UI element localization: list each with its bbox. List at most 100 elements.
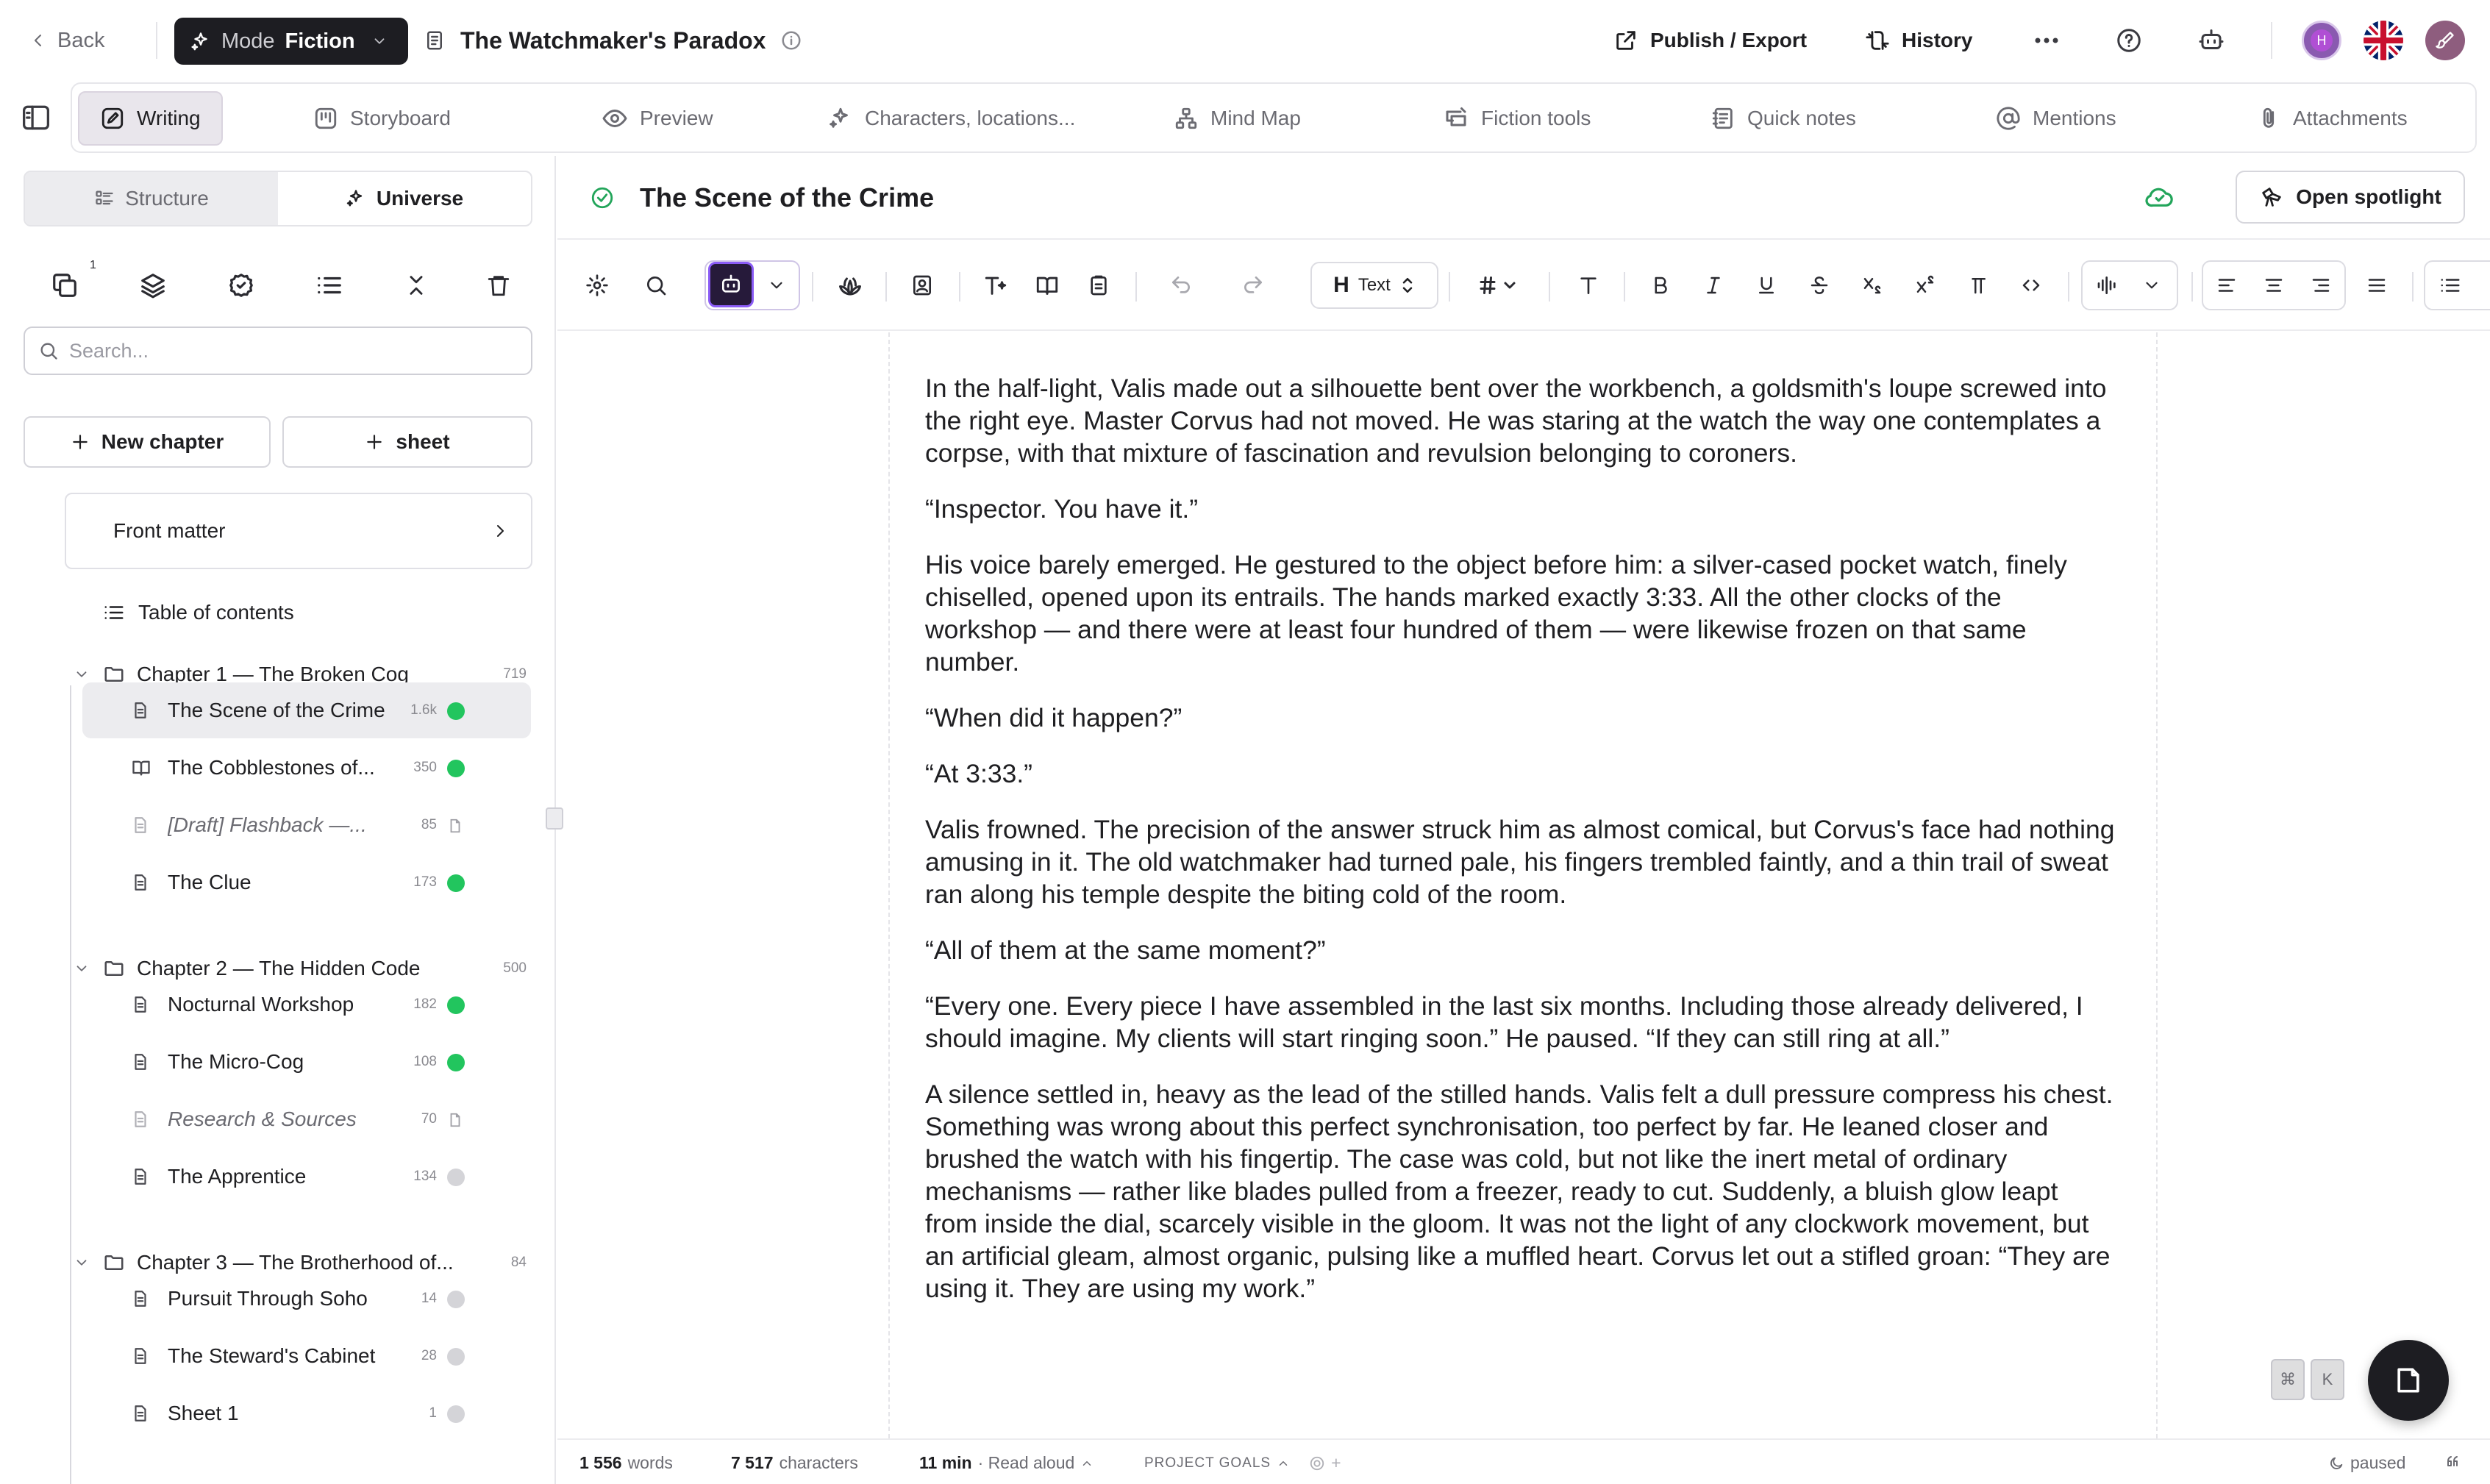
timer-status[interactable]: paused <box>2328 1453 2405 1473</box>
theme-button[interactable] <box>2425 21 2465 60</box>
document-item[interactable]: The Apprentice 134 <box>82 1149 531 1205</box>
zen-button[interactable] <box>828 263 872 307</box>
user-avatar[interactable]: H <box>2302 21 2341 60</box>
code-button[interactable] <box>2009 263 2053 307</box>
divider <box>1624 272 1625 302</box>
tab-quick-notes[interactable]: Quick notes <box>1690 91 1877 146</box>
quote-icon <box>2444 1453 2462 1471</box>
tab-mentions[interactable]: Mentions <box>1975 91 2137 146</box>
file-icon <box>131 1288 150 1309</box>
contact-card-button[interactable] <box>900 263 944 307</box>
find-button[interactable] <box>634 263 678 307</box>
mindmap-icon <box>1174 106 1199 131</box>
robot-icon <box>719 273 743 296</box>
bold-button[interactable] <box>1638 263 1683 307</box>
strikethrough-button[interactable] <box>1797 263 1841 307</box>
publish-export-button[interactable]: Publish / Export <box>1613 22 1807 59</box>
ellipsis-icon <box>2034 37 2059 44</box>
redo-button[interactable] <box>1231 263 1275 307</box>
document-item[interactable]: [Draft] Flashback —... 85 <box>82 797 531 853</box>
book-view-button[interactable] <box>1025 263 1069 307</box>
underline-button[interactable] <box>1744 263 1788 307</box>
share-icon <box>1613 28 1638 53</box>
cloud-sync-icon[interactable] <box>2144 184 2175 210</box>
ai-dropdown-button[interactable] <box>755 263 799 307</box>
dictation-button[interactable] <box>2086 263 2130 307</box>
tab-mind-map[interactable]: Mind Map <box>1153 91 1321 146</box>
tab-label: Quick notes <box>1747 107 1856 129</box>
dictation-dropdown-button[interactable] <box>2130 263 2174 307</box>
document-item[interactable]: The Scene of the Crime 1.6k <box>82 682 531 738</box>
word-count-value: 1 556 <box>579 1453 622 1472</box>
justify-button[interactable] <box>2355 263 2399 307</box>
bold-icon <box>1649 274 1672 296</box>
quick-note-fab[interactable] <box>2368 1340 2449 1421</box>
superscript-button[interactable] <box>1903 263 1947 307</box>
quote-button[interactable] <box>2444 1453 2462 1471</box>
read-aloud-toggle[interactable]: 11 min · Read aloud <box>919 1453 1094 1473</box>
project-goals-toggle[interactable]: PROJECT GOALS + <box>1144 1453 1341 1473</box>
project-goals-label: PROJECT GOALS <box>1144 1455 1271 1471</box>
tab-preview[interactable]: Preview <box>581 91 734 146</box>
status-dot <box>447 1405 465 1423</box>
editor-content[interactable]: In the half-light, Valis made out a silh… <box>925 372 2116 1328</box>
document-item[interactable]: The Micro-Cog 108 <box>82 1034 531 1090</box>
tab-characters[interactable]: Characters, locations... <box>807 91 1096 146</box>
paperclip-icon <box>2256 106 2281 131</box>
document-item[interactable]: The Steward's Cabinet 28 <box>82 1328 531 1384</box>
editor-settings-button[interactable] <box>575 263 619 307</box>
align-center-button[interactable] <box>2252 263 2296 307</box>
add-goal-button[interactable]: + <box>1331 1453 1341 1473</box>
status-dot <box>447 702 465 720</box>
info-icon[interactable] <box>780 29 802 51</box>
word-count-label: words <box>627 1453 673 1472</box>
clipboard-button[interactable] <box>1077 263 1121 307</box>
file-icon <box>131 1403 150 1424</box>
ai-assistant-button[interactable] <box>708 262 754 307</box>
document-item[interactable]: The Cobblestones of... 350 <box>82 740 531 796</box>
superscript-icon <box>1914 274 1936 296</box>
document-word-count: 14 <box>421 1291 437 1306</box>
chevron-down-icon <box>71 666 93 682</box>
divider <box>2412 272 2414 302</box>
scene-title[interactable]: The Scene of the Crime <box>640 182 934 213</box>
underline-icon <box>1755 274 1777 296</box>
align-right-button[interactable] <box>2299 263 2343 307</box>
assistant-button[interactable] <box>2193 22 2230 59</box>
language-flag-button[interactable] <box>2364 21 2403 60</box>
text-style-value: Text <box>1358 275 1391 295</box>
help-button[interactable] <box>2111 22 2147 59</box>
text-style-select[interactable]: H Text <box>1310 262 1438 309</box>
divider <box>1549 272 1550 302</box>
subscript-button[interactable] <box>1850 263 1894 307</box>
paragraph: A silence settled in, heavy as the lead … <box>925 1080 2113 1303</box>
tab-fiction-tools[interactable]: Fiction tools <box>1422 91 1611 146</box>
clear-format-button[interactable] <box>1566 263 1610 307</box>
undo-button[interactable] <box>1159 263 1203 307</box>
open-spotlight-button[interactable]: Open spotlight <box>2236 171 2465 224</box>
document-item[interactable]: Nocturnal Workshop 182 <box>82 977 531 1032</box>
paragraph-button[interactable] <box>1956 263 2000 307</box>
moon-icon <box>2328 1455 2344 1471</box>
more-button[interactable] <box>2028 22 2065 59</box>
document-item[interactable]: Research & Sources 70 <box>82 1091 531 1147</box>
strikethrough-icon <box>1808 274 1830 296</box>
align-left-button[interactable] <box>2205 263 2249 307</box>
divider <box>1449 272 1450 302</box>
file-icon <box>131 1346 150 1366</box>
notes-icon <box>1710 106 1735 131</box>
bullet-list-button[interactable] <box>2428 263 2472 307</box>
chevron-up-down-icon <box>1399 274 1416 296</box>
history-button[interactable]: History <box>1865 22 1972 59</box>
italic-button[interactable] <box>1691 263 1735 307</box>
tree-guide <box>70 1274 71 1484</box>
tab-label: Mind Map <box>1210 107 1301 129</box>
document-item[interactable]: Pursuit Through Soho 14 <box>82 1271 531 1327</box>
align-justify-icon <box>2366 274 2388 296</box>
heading-dropdown-button[interactable] <box>1462 263 1535 307</box>
sidebar-resize-handle[interactable] <box>546 807 563 830</box>
text-effects-button[interactable] <box>974 263 1018 307</box>
tab-attachments[interactable]: Attachments <box>2236 91 2428 146</box>
document-item[interactable]: Sheet 1 1 <box>82 1385 531 1441</box>
document-item[interactable]: The Clue 173 <box>82 855 531 910</box>
